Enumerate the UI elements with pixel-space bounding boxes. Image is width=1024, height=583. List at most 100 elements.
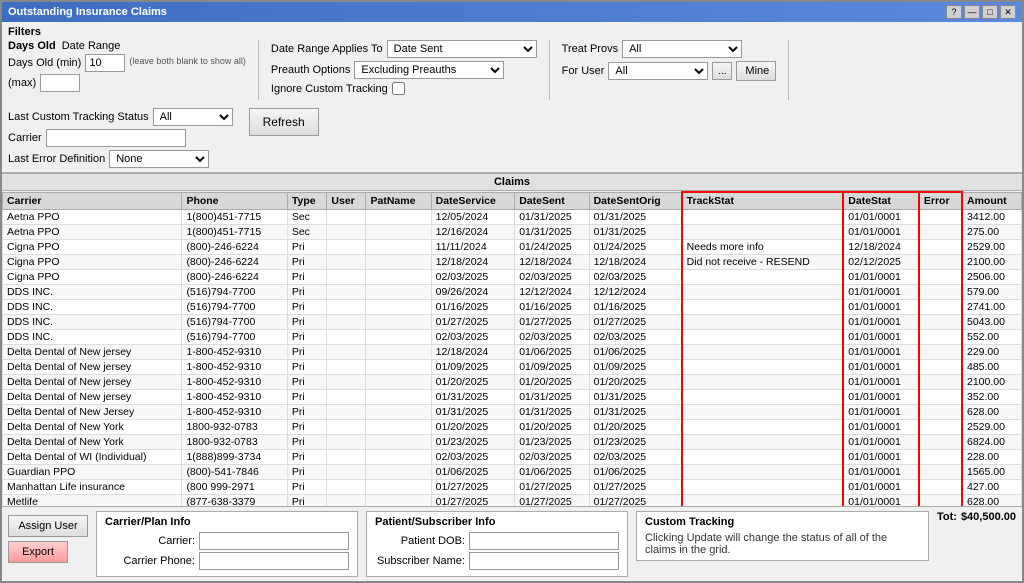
refresh-button[interactable]: Refresh <box>249 108 319 136</box>
table-row[interactable]: Delta Dental of New Jersey1-800-452-9310… <box>3 405 1022 420</box>
last-error-definition-select[interactable]: None <box>109 150 209 168</box>
carrier-field-row: Carrier: <box>105 532 349 550</box>
last-custom-tracking-select[interactable]: All <box>153 108 233 126</box>
treat-provs-label: Treat Provs <box>562 43 618 55</box>
assign-user-button[interactable]: Assign User <box>8 515 88 537</box>
claims-grid-container[interactable]: Carrier Phone Type User PatName DateServ… <box>2 191 1022 506</box>
maximize-button[interactable]: □ <box>982 5 998 19</box>
window-controls: ? — □ ✕ <box>946 5 1016 19</box>
col-trackstat: TrackStat <box>682 192 844 210</box>
table-row[interactable]: Delta Dental of WI (Individual)1(888)899… <box>3 450 1022 465</box>
claims-header: Claims <box>2 173 1022 191</box>
col-patname: PatName <box>366 192 431 210</box>
table-row[interactable]: Delta Dental of New jersey1-800-452-9310… <box>3 360 1022 375</box>
col-datesent: DateSent <box>515 192 589 210</box>
bottom-section: Assign User Export Carrier/Plan Info Car… <box>2 506 1022 581</box>
mine-button[interactable]: Mine <box>736 61 776 81</box>
col-amount: Amount <box>962 192 1022 210</box>
carrier-phone-input[interactable] <box>199 552 349 570</box>
table-row[interactable]: DDS INC.(516)794-7700Pri01/16/202501/16/… <box>3 300 1022 315</box>
table-row[interactable]: Cigna PPO(800)-246-6224Pri02/03/202502/0… <box>3 270 1022 285</box>
total-value: $40,500.00 <box>961 511 1016 523</box>
claims-table-header: Carrier Phone Type User PatName DateServ… <box>3 192 1022 210</box>
days-old-max-input[interactable] <box>40 74 80 92</box>
ignore-custom-tracking-label: Ignore Custom Tracking <box>271 83 388 95</box>
subscriber-name-row: Subscriber Name: <box>375 552 619 570</box>
table-row[interactable]: Manhattan Life insurance(800 999-2971Pri… <box>3 480 1022 495</box>
col-error: Error <box>919 192 962 210</box>
date-range-label: Date Range <box>62 40 121 52</box>
close-button[interactable]: ✕ <box>1000 5 1016 19</box>
table-row[interactable]: Delta Dental of New York1800-932-0783Pri… <box>3 435 1022 450</box>
col-user: User <box>327 192 366 210</box>
carrier-field-label: Carrier: <box>105 535 195 547</box>
divider1 <box>258 40 259 100</box>
filters-label: Filters <box>8 26 1016 38</box>
col-carrier: Carrier <box>3 192 182 210</box>
minimize-button[interactable]: — <box>964 5 980 19</box>
subscriber-name-input[interactable] <box>469 552 619 570</box>
ignore-custom-tracking-checkbox[interactable] <box>392 82 405 95</box>
treat-provs-group: Treat Provs All For User All ... Mine <box>562 40 777 81</box>
for-user-ellipsis-button[interactable]: ... <box>712 62 732 80</box>
table-row[interactable]: Delta Dental of New jersey1-800-452-9310… <box>3 345 1022 360</box>
export-button[interactable]: Export <box>8 541 68 563</box>
hint-text: (leave both blank to show all) <box>129 56 246 68</box>
patient-subscriber-panel: Patient/Subscriber Info Patient DOB: Sub… <box>366 511 628 577</box>
col-datestat: DateStat <box>843 192 919 210</box>
claims-table-body: Aetna PPO1(800)451-7715Sec12/05/202401/3… <box>3 210 1022 507</box>
table-row[interactable]: Aetna PPO1(800)451-7715Sec12/05/202401/3… <box>3 210 1022 225</box>
days-old-date-range-group: Days Old Date Range Days Old (min) (max) <box>8 40 246 92</box>
for-user-select[interactable]: All <box>608 62 708 80</box>
filters-section: Filters Days Old Date Range Days Old (mi… <box>2 22 1022 173</box>
table-row[interactable]: Delta Dental of New York1800-932-0783Pri… <box>3 420 1022 435</box>
carrier-filter-input[interactable] <box>46 129 186 147</box>
days-old-max-label: (max) <box>8 77 36 89</box>
date-preauth-group: Date Range Applies To Date Sent Preauth … <box>271 40 537 95</box>
date-range-applies-select[interactable]: Date Sent <box>387 40 537 58</box>
table-row[interactable]: Aetna PPO1(800)451-7715Sec12/16/202401/3… <box>3 225 1022 240</box>
col-phone: Phone <box>182 192 287 210</box>
col-dateservice: DateService <box>431 192 515 210</box>
patient-subscriber-title: Patient/Subscriber Info <box>375 516 619 528</box>
last-error-definition-label: Last Error Definition <box>8 153 105 165</box>
custom-tracking-text: Clicking Update will change the status o… <box>645 532 920 556</box>
last-custom-tracking-label: Last Custom Tracking Status <box>8 111 149 123</box>
table-row[interactable]: Metlife(877-638-3379Pri01/27/202501/27/2… <box>3 495 1022 507</box>
custom-tracking-title: Custom Tracking <box>645 516 920 528</box>
subscriber-name-label: Subscriber Name: <box>375 555 465 567</box>
treat-provs-select[interactable]: All <box>622 40 742 58</box>
patient-dob-input[interactable] <box>469 532 619 550</box>
claims-section: Claims Carrier Phone Type User PatName D… <box>2 173 1022 506</box>
table-row[interactable]: Cigna PPO(800)-246-6224Pri11/11/202401/2… <box>3 240 1022 255</box>
col-type: Type <box>287 192 327 210</box>
table-row[interactable]: DDS INC.(516)794-7700Pri01/27/202501/27/… <box>3 315 1022 330</box>
days-old-min-input[interactable] <box>85 54 125 72</box>
refresh-col: Refresh <box>249 108 319 136</box>
total-label: Tot: <box>937 511 957 523</box>
patient-dob-label: Patient DOB: <box>375 535 465 547</box>
table-row[interactable]: DDS INC.(516)794-7700Pri09/26/202412/12/… <box>3 285 1022 300</box>
table-row[interactable]: Delta Dental of New jersey1-800-452-9310… <box>3 375 1022 390</box>
claims-table: Carrier Phone Type User PatName DateServ… <box>2 191 1022 506</box>
main-window: Outstanding Insurance Claims ? — □ ✕ Fil… <box>0 0 1024 583</box>
table-row[interactable]: Cigna PPO(800)-246-6224Pri12/18/202412/1… <box>3 255 1022 270</box>
title-bar: Outstanding Insurance Claims ? — □ ✕ <box>2 2 1022 22</box>
carrier-field-input[interactable] <box>199 532 349 550</box>
divider3 <box>788 40 789 100</box>
date-range-applies-label: Date Range Applies To <box>271 43 383 55</box>
preauth-options-select[interactable]: Excluding Preauths <box>354 61 504 79</box>
window-title: Outstanding Insurance Claims <box>8 6 167 18</box>
help-button[interactable]: ? <box>946 5 962 19</box>
total-area: Tot: $40,500.00 <box>937 511 1016 525</box>
days-old-min-label: Days Old (min) <box>8 57 81 69</box>
preauth-options-label: Preauth Options <box>271 64 351 76</box>
carrier-phone-label: Carrier Phone: <box>105 555 195 567</box>
tracking-group: Last Custom Tracking Status All Carrier … <box>8 108 233 168</box>
custom-tracking-panel: Custom Tracking Clicking Update will cha… <box>636 511 929 561</box>
table-row[interactable]: Delta Dental of New jersey1-800-452-9310… <box>3 390 1022 405</box>
divider2 <box>549 40 550 100</box>
carrier-plan-panel: Carrier/Plan Info Carrier: Carrier Phone… <box>96 511 358 577</box>
table-row[interactable]: Guardian PPO(800)-541-7846Pri01/06/20250… <box>3 465 1022 480</box>
table-row[interactable]: DDS INC.(516)794-7700Pri02/03/202502/03/… <box>3 330 1022 345</box>
